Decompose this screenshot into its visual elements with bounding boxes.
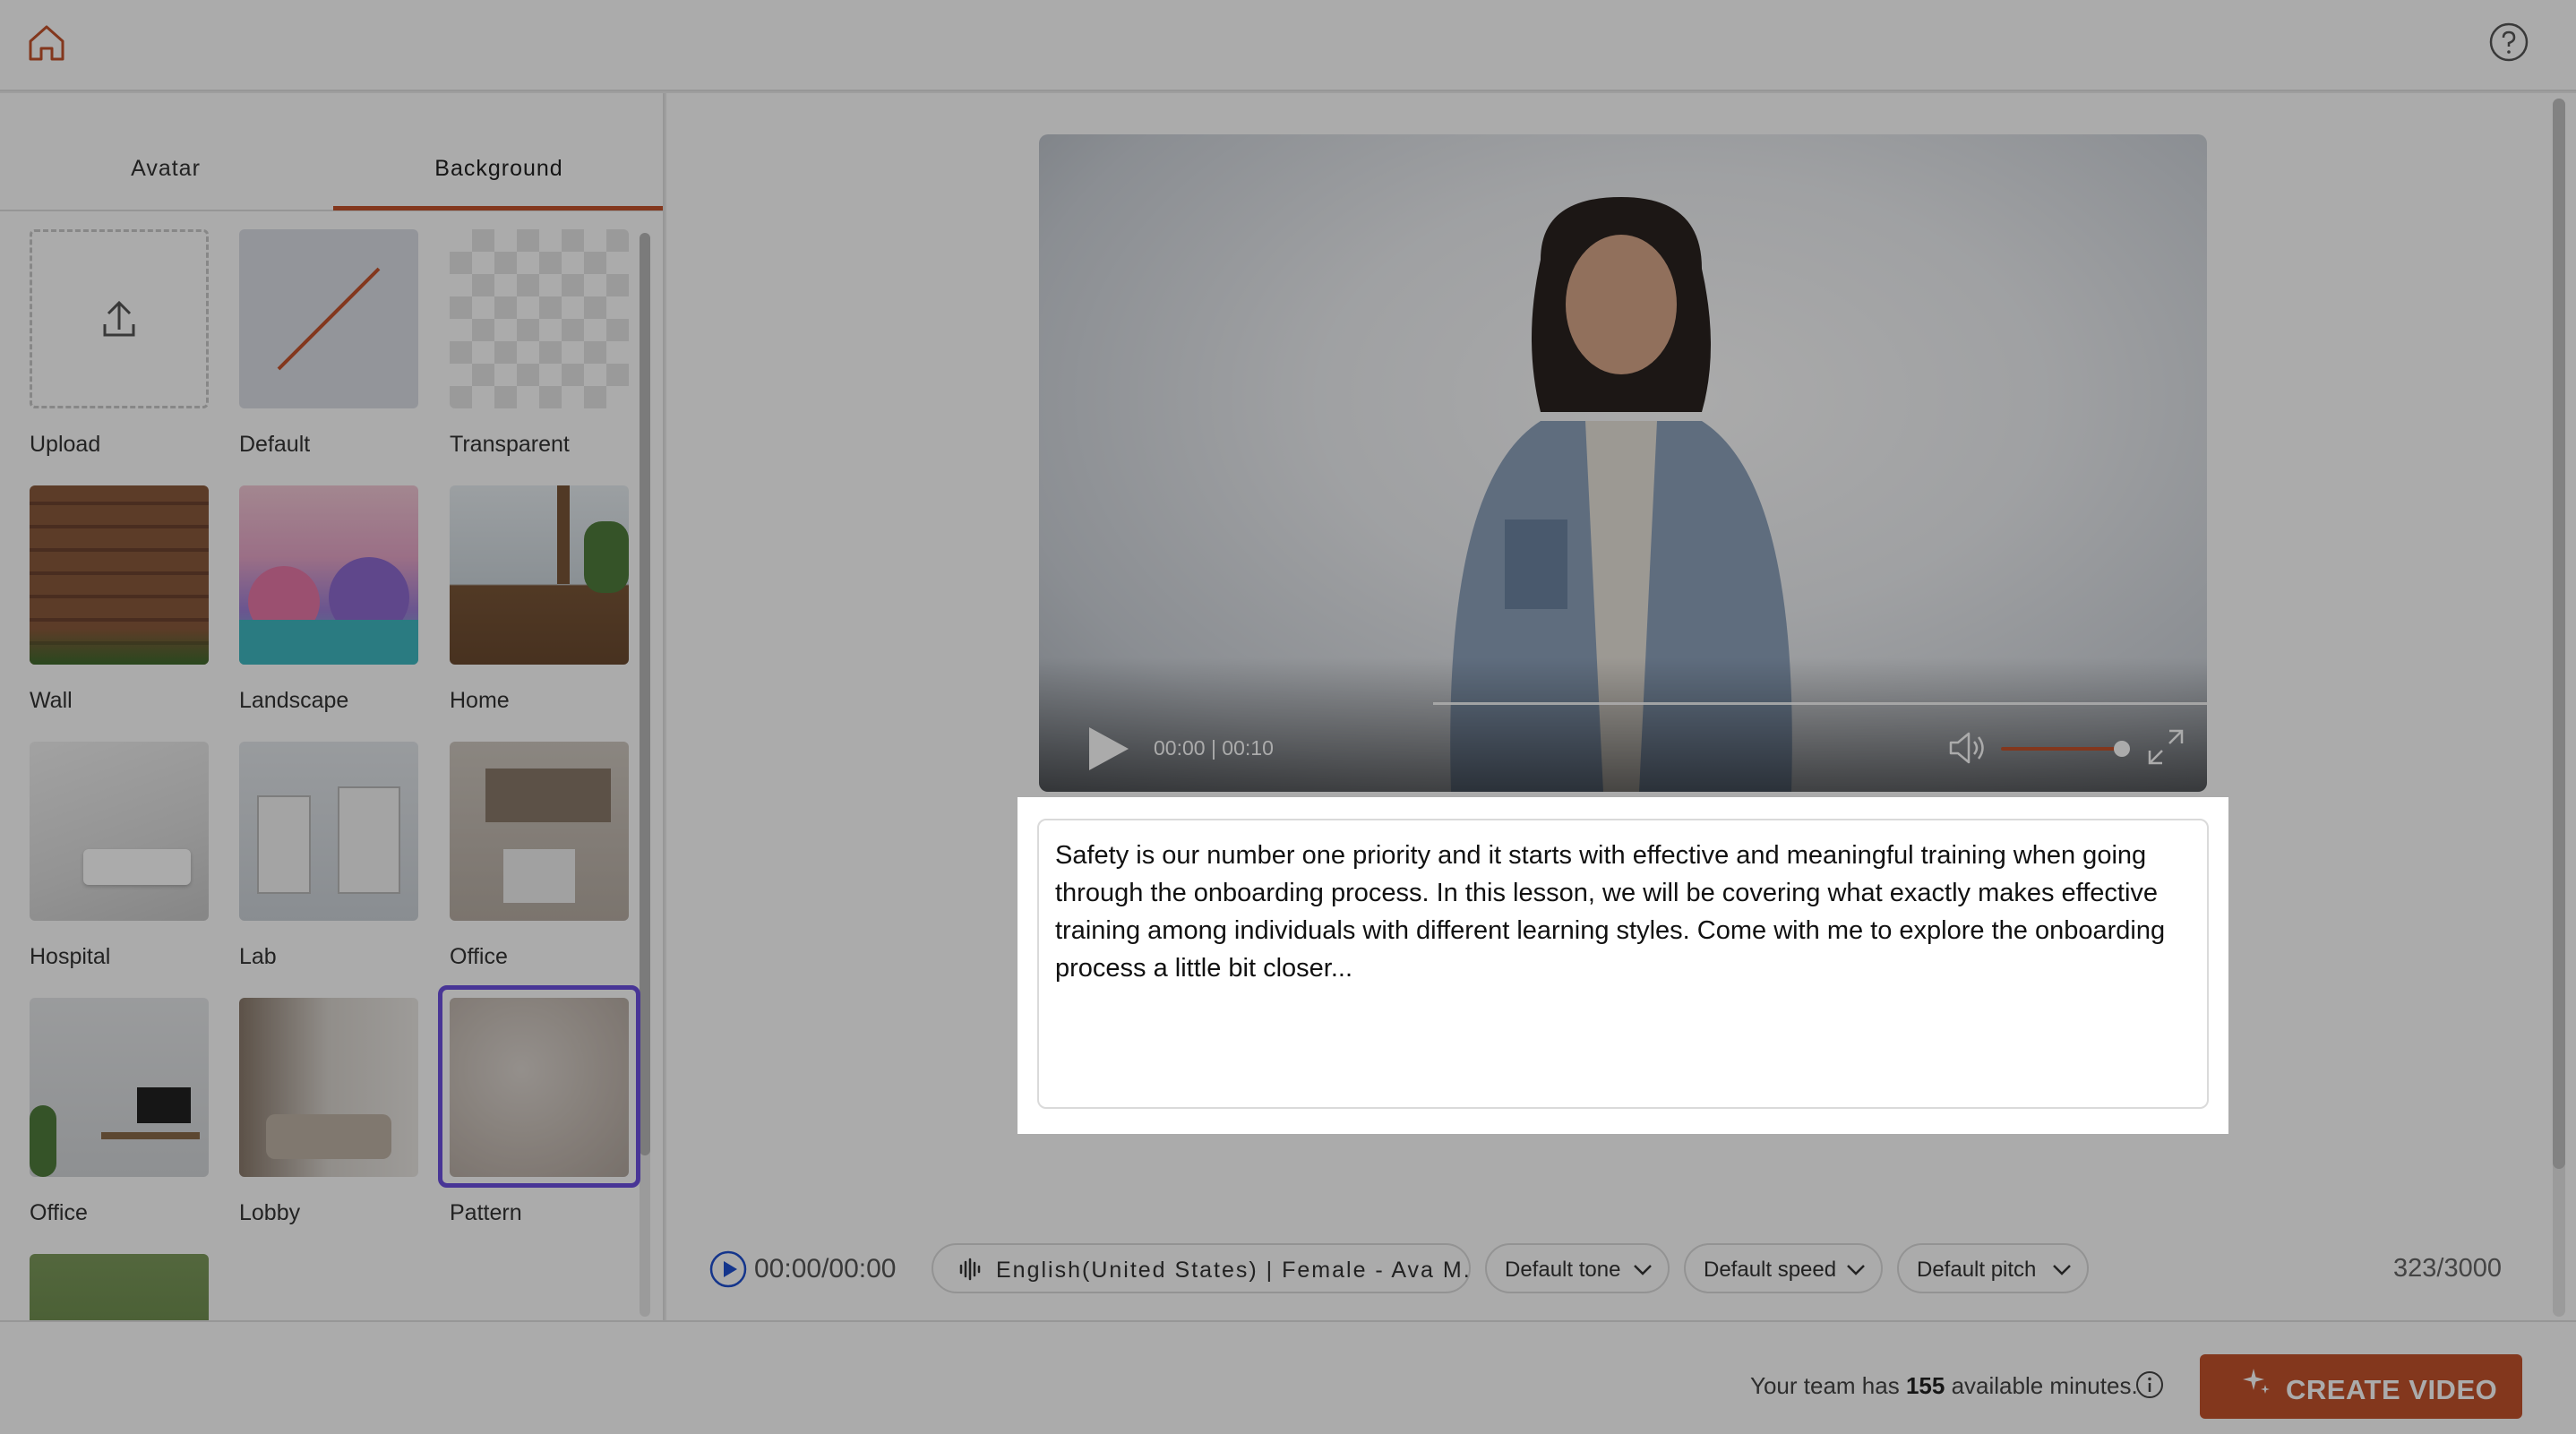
main-scrollbar-thumb[interactable]	[2553, 99, 2565, 1169]
script-textarea[interactable]: Safety is our number one priority and it…	[1037, 819, 2209, 1109]
main-scrollbar[interactable]	[2553, 99, 2565, 1317]
tone-dropdown[interactable]: Default tone	[1485, 1243, 1670, 1293]
background-default-tile[interactable]	[239, 229, 418, 408]
background-label: Pattern	[450, 1200, 522, 1225]
background-lab-tile[interactable]	[239, 742, 418, 921]
waveform-icon	[959, 1258, 981, 1281]
script-spotlight: Safety is our number one priority and it…	[1018, 797, 2228, 1134]
background-label: Transparent	[450, 432, 570, 457]
tab-background[interactable]: Background	[333, 156, 663, 182]
background-home-tile[interactable]	[450, 485, 629, 665]
background-label: Home	[450, 688, 510, 713]
speed-dropdown[interactable]: Default speed	[1684, 1243, 1883, 1293]
chevron-down-icon	[1634, 1265, 1652, 1275]
info-icon[interactable]	[2135, 1370, 2164, 1399]
volume-slider-handle[interactable]	[2114, 741, 2130, 757]
background-hospital-tile[interactable]	[30, 742, 209, 921]
create-video-label: CREATE VIDEO	[2286, 1374, 2498, 1405]
panel-tabs: Avatar Background	[0, 93, 663, 211]
background-wall-tile[interactable]	[30, 485, 209, 665]
audio-preview-time: 00:00/00:00	[754, 1254, 897, 1284]
home-icon[interactable]	[25, 21, 68, 64]
background-label: Landscape	[239, 688, 349, 713]
speed-label: Default speed	[1704, 1258, 1837, 1282]
tone-label: Default tone	[1505, 1258, 1621, 1282]
video-progress-bar[interactable]	[1433, 702, 2207, 705]
panel-scrollbar[interactable]	[640, 233, 650, 1317]
upload-icon	[103, 300, 135, 337]
background-label: Upload	[30, 432, 101, 457]
pitch-dropdown[interactable]: Default pitch	[1897, 1243, 2089, 1293]
selected-background-indicator	[438, 985, 640, 1188]
available-minutes: Your team has 155 available minutes.	[1750, 1372, 2138, 1400]
background-upload-tile[interactable]	[30, 229, 209, 408]
chevron-down-icon	[1847, 1265, 1865, 1275]
help-icon[interactable]	[2488, 21, 2529, 63]
background-tile-partial[interactable]	[30, 1254, 209, 1320]
controls-shade	[1039, 657, 2207, 792]
create-video-button[interactable]: CREATE VIDEO	[2200, 1354, 2522, 1419]
background-label: Office	[450, 944, 508, 969]
minutes-suffix: available minutes.	[1951, 1372, 2138, 1399]
background-label: Hospital	[30, 944, 111, 969]
voice-label: English(United States) | Female - Ava M.	[996, 1258, 1472, 1283]
audio-preview-play-icon[interactable]	[709, 1250, 747, 1288]
pitch-label: Default pitch	[1917, 1258, 2037, 1282]
chevron-down-icon	[2053, 1265, 2071, 1275]
background-label: Lab	[239, 944, 277, 969]
background-lobby-tile[interactable]	[239, 998, 418, 1177]
volume-slider[interactable]	[2001, 747, 2123, 751]
fullscreen-icon[interactable]	[2146, 727, 2185, 767]
minutes-value: 155	[1905, 1372, 1945, 1399]
top-bar	[0, 0, 2576, 91]
background-label: Office	[30, 1200, 88, 1225]
voice-selector[interactable]: English(United States) | Female - Ava M.	[932, 1243, 1471, 1293]
play-icon[interactable]	[1082, 724, 1132, 774]
script-editor-container: Safety is our number one priority and it…	[1018, 797, 2228, 1134]
sparkle-icon	[2243, 1369, 2270, 1394]
background-transparent-tile[interactable]	[450, 229, 629, 408]
background-office-tile[interactable]	[450, 742, 629, 921]
background-landscape-tile[interactable]	[239, 485, 418, 665]
background-office-tile-2[interactable]	[30, 998, 209, 1177]
character-count: 323/3000	[2393, 1254, 2502, 1283]
background-label: Lobby	[239, 1200, 301, 1225]
volume-icon[interactable]	[1947, 729, 1988, 767]
background-label: Default	[239, 432, 311, 457]
background-label: Wall	[30, 688, 73, 713]
tab-avatar[interactable]: Avatar	[0, 156, 331, 182]
panel-scrollbar-thumb[interactable]	[640, 233, 650, 1155]
minutes-prefix: Your team has	[1750, 1372, 1900, 1399]
active-tab-indicator	[333, 206, 663, 210]
video-preview[interactable]: 00:00 | 00:10	[1039, 134, 2207, 792]
footer-bar: Your team has 155 available minutes. CRE…	[0, 1320, 2576, 1434]
video-time: 00:00 | 00:10	[1154, 736, 1274, 760]
